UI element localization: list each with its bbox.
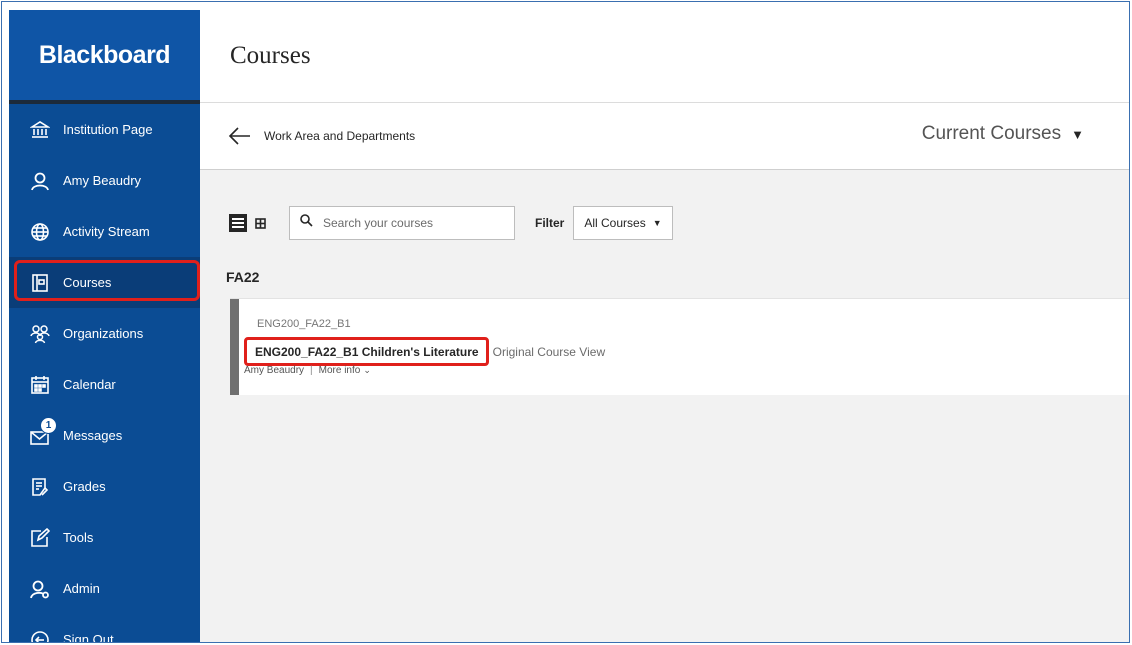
sidebar-item-institution-page[interactable]: Institution Page: [9, 104, 200, 155]
page-header: Courses: [200, 10, 1129, 103]
sidebar-item-courses[interactable]: Courses: [9, 257, 200, 308]
term-selector-label: Current Courses: [921, 123, 1062, 144]
filter-dropdown[interactable]: All Courses ▼: [573, 206, 673, 240]
organizations-icon: [29, 323, 51, 345]
more-info-link[interactable]: More info: [319, 365, 361, 376]
caret-down-icon: ▼: [652, 218, 662, 228]
sign-out-icon: [29, 629, 51, 642]
sidebar-item-label: Courses: [63, 275, 112, 290]
term-heading: FA22: [226, 269, 260, 285]
list-view-button[interactable]: [229, 214, 247, 232]
course-title-link[interactable]: ENG200_FA22_B1 Children's Literature: [255, 345, 479, 359]
sidebar-item-label: Tools: [63, 530, 94, 545]
back-link[interactable]: Work Area and Departments: [264, 129, 415, 143]
list-icon: [232, 218, 244, 228]
sidebar-item-calendar[interactable]: Calendar: [9, 359, 200, 410]
sidebar-item-grades[interactable]: Grades: [9, 461, 200, 512]
blackboard-logo[interactable]: Blackboard: [9, 10, 200, 100]
sidebar-item-sign-out[interactable]: Sign Out: [9, 614, 200, 643]
courses-icon: [29, 272, 51, 294]
search-field[interactable]: [289, 206, 515, 240]
grid-view-button[interactable]: [251, 214, 269, 232]
calendar-icon: [29, 374, 51, 396]
sidebar-item-label: Amy Beaudry: [63, 173, 142, 188]
course-card: ENG200_FA22_B1 ENG200_FA22_B1 Children's…: [230, 298, 1129, 395]
page-title: Courses: [230, 42, 311, 69]
grades-icon: [29, 476, 51, 498]
course-view-type: Original Course View: [492, 344, 606, 359]
back-arrow-icon[interactable]: [228, 126, 252, 146]
course-toolbar: Filter All Courses ▼: [229, 206, 673, 240]
filter-label: Filter: [535, 216, 565, 230]
unread-badge: 1: [40, 417, 57, 434]
course-meta: Amy Beaudry | More info ⌄: [244, 365, 371, 376]
grid-icon: [254, 217, 266, 229]
sidebar-item-label: Messages: [63, 428, 123, 443]
sidebar: Blackboard Institution Page Amy Beaudry …: [9, 10, 200, 643]
sidebar-item-tools[interactable]: Tools: [9, 512, 200, 563]
sidebar-item-label: Institution Page: [63, 122, 153, 137]
course-card-stripe: [230, 299, 239, 395]
sidebar-item-messages[interactable]: 1 Messages: [9, 410, 200, 461]
admin-icon: [29, 578, 51, 600]
globe-icon: [29, 221, 51, 243]
sidebar-item-label: Grades: [63, 479, 106, 494]
sidebar-item-profile[interactable]: Amy Beaudry: [9, 155, 200, 206]
sidebar-item-organizations[interactable]: Organizations: [9, 308, 200, 359]
chevron-down-icon: ⌄: [363, 365, 371, 375]
caret-down-icon: ▼: [1071, 126, 1084, 142]
app-window: Blackboard Institution Page Amy Beaudry …: [1, 1, 1130, 643]
institution-icon: [29, 119, 51, 141]
sidebar-item-label: Sign Out: [63, 632, 114, 643]
sidebar-item-label: Activity Stream: [63, 224, 150, 239]
course-subbar: Work Area and Departments Current Course…: [200, 103, 1129, 170]
sidebar-item-label: Organizations: [63, 326, 144, 341]
search-icon: [300, 214, 313, 232]
tools-icon: [29, 527, 51, 549]
term-selector[interactable]: Current Courses ▼: [922, 123, 1084, 145]
meta-separator: |: [310, 365, 313, 376]
main-content: Courses Work Area and Departments Curren…: [200, 10, 1129, 642]
user-icon: [29, 170, 51, 192]
filter-value: All Courses: [584, 216, 646, 230]
sidebar-item-label: Calendar: [63, 377, 116, 392]
course-id: ENG200_FA22_B1: [257, 318, 351, 330]
sidebar-item-admin[interactable]: Admin: [9, 563, 200, 614]
course-name-row: ENG200_FA22_B1 Children's Literature Ori…: [244, 337, 605, 366]
highlight-box: ENG200_FA22_B1 Children's Literature: [244, 337, 489, 366]
sidebar-item-label: Admin: [63, 581, 100, 596]
search-input[interactable]: [321, 215, 505, 231]
sidebar-item-activity-stream[interactable]: Activity Stream: [9, 206, 200, 257]
instructor-name: Amy Beaudry: [244, 365, 305, 376]
